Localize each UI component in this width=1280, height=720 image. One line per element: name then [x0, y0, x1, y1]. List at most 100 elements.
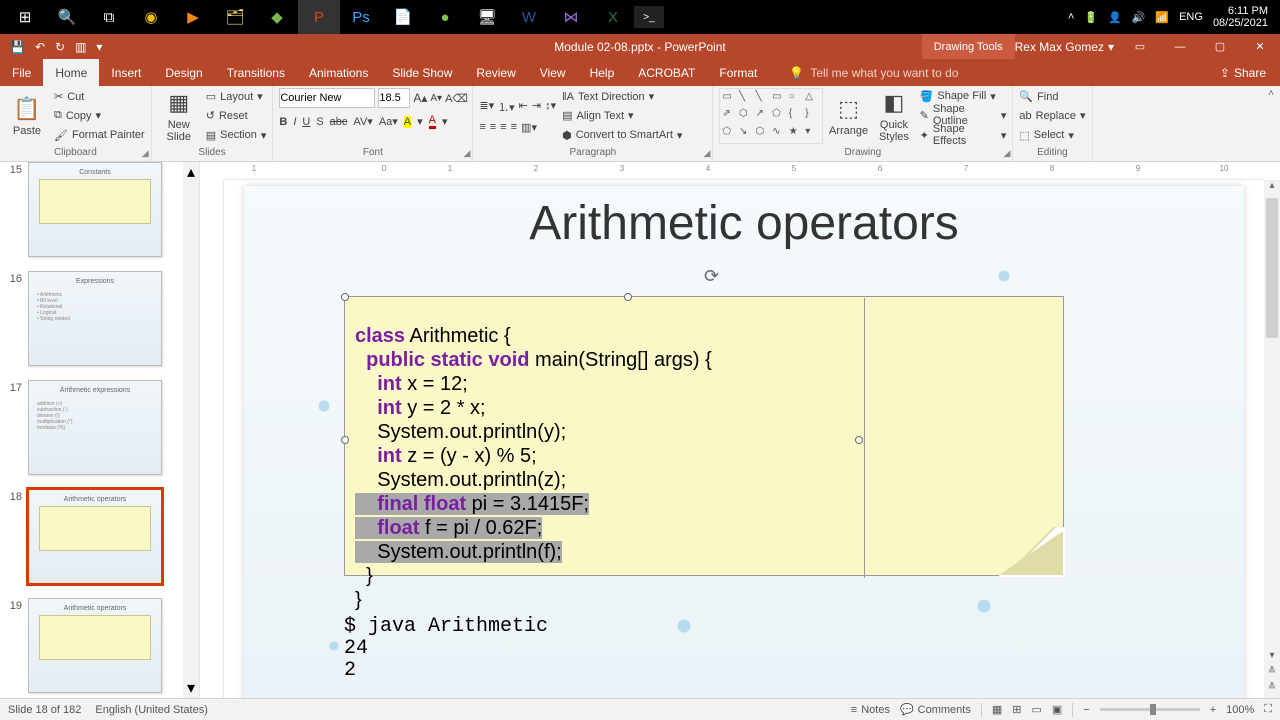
tab-help[interactable]: Help: [578, 59, 627, 86]
decrease-indent-icon[interactable]: ⇤: [519, 99, 528, 115]
align-text-button[interactable]: ▤Align Text▾: [562, 107, 682, 124]
battery-icon[interactable]: 🔋: [1084, 11, 1098, 24]
task-view-icon[interactable]: ⧉: [88, 0, 130, 34]
minimize-icon[interactable]: —: [1160, 34, 1200, 59]
maximize-icon[interactable]: ▢: [1200, 34, 1240, 59]
vertical-ruler[interactable]: [200, 180, 224, 698]
shape-effects-button[interactable]: ✦Shape Effects▾: [920, 126, 1007, 144]
copy-button[interactable]: ⧉Copy▾: [54, 107, 145, 124]
columns-icon[interactable]: ▥▾: [521, 121, 537, 134]
reading-view-icon[interactable]: ▭: [1031, 703, 1041, 716]
underline-button[interactable]: U: [302, 116, 310, 128]
align-center-icon[interactable]: ≡: [490, 121, 496, 134]
notes-button[interactable]: ≡Notes: [851, 704, 890, 716]
code-textbox[interactable]: class Arithmetic { public static void ma…: [344, 296, 1064, 576]
people-icon[interactable]: 👤: [1108, 11, 1122, 24]
strikethrough-button[interactable]: abc: [330, 116, 348, 128]
selection-handle[interactable]: [341, 436, 349, 444]
bold-button[interactable]: B: [279, 116, 287, 128]
user-name[interactable]: Rex Max Gomez: [1015, 40, 1104, 54]
shadow-button[interactable]: S: [316, 116, 323, 128]
select-button[interactable]: ⬚Select▾: [1019, 127, 1085, 144]
tab-view[interactable]: View: [528, 59, 578, 86]
app-icon-2[interactable]: 📄: [382, 0, 424, 34]
tab-review[interactable]: Review: [464, 59, 527, 86]
new-slide-button[interactable]: ▦ New Slide: [158, 88, 200, 144]
cut-button[interactable]: ✂Cut: [54, 88, 145, 105]
bullets-icon[interactable]: ≣▾: [479, 99, 494, 115]
volume-icon[interactable]: 🔊: [1132, 11, 1146, 24]
font-color-button[interactable]: A: [429, 114, 436, 129]
tab-home[interactable]: Home: [43, 59, 99, 86]
comments-button[interactable]: 💬Comments: [900, 703, 971, 716]
change-case-button[interactable]: Aa▾: [379, 115, 398, 128]
selection-handle[interactable]: [341, 293, 349, 301]
paste-button[interactable]: 📋 Paste: [6, 88, 48, 144]
replace-button[interactable]: abReplace▾: [1019, 107, 1085, 124]
sorter-view-icon[interactable]: ⊞: [1012, 703, 1021, 716]
rotation-handle-icon[interactable]: ⟳: [704, 266, 719, 287]
thumb-19[interactable]: 19 Arithmetic operators: [6, 598, 189, 693]
horizontal-ruler[interactable]: 1 0 1 2 3 4 5 6 7 8 9 10: [224, 162, 1264, 180]
tab-file[interactable]: File: [0, 59, 43, 86]
layout-button[interactable]: ▭Layout▾: [206, 88, 267, 105]
highlight-button[interactable]: A: [404, 116, 411, 128]
zoom-in-icon[interactable]: +: [1210, 704, 1216, 716]
excel-icon[interactable]: X: [592, 0, 634, 34]
qat-more-icon[interactable]: ▾: [96, 40, 102, 54]
start-icon[interactable]: ⊞: [4, 0, 46, 34]
thumb-16[interactable]: 16 Expressions• Arithmetic• Bit level• R…: [6, 271, 189, 366]
slide-canvas[interactable]: Arithmetic operators ⟳ class Arithmetic …: [244, 186, 1244, 698]
collapse-ribbon-icon[interactable]: ˄: [1268, 88, 1274, 99]
line-spacing-icon[interactable]: ↕▾: [545, 99, 556, 115]
save-icon[interactable]: 💾: [10, 40, 25, 54]
italic-button[interactable]: I: [293, 116, 296, 128]
close-icon[interactable]: ✕: [1240, 34, 1280, 59]
wifi-icon[interactable]: 📶: [1155, 11, 1169, 24]
tab-format[interactable]: Format: [707, 59, 769, 86]
slideshow-view-icon[interactable]: ▣: [1052, 703, 1062, 716]
thumb-15[interactable]: 15 Constants: [6, 162, 189, 257]
user-dropdown-icon[interactable]: ▾: [1108, 40, 1114, 54]
shapes-gallery[interactable]: ▭╲╲▭○△ ⇗⬡↗⬠{} ⬠↘⬡∿★▾: [719, 88, 823, 144]
selection-handle[interactable]: [624, 293, 632, 301]
tab-acrobat[interactable]: ACROBAT: [626, 59, 707, 86]
language-indicator[interactable]: ENG: [1179, 11, 1203, 23]
ribbon-options-icon[interactable]: ▭: [1120, 34, 1160, 59]
align-right-icon[interactable]: ≡: [500, 121, 506, 134]
chrome-icon[interactable]: ◉: [130, 0, 172, 34]
slide-indicator[interactable]: Slide 18 of 182: [8, 704, 81, 716]
thumbnail-scrollbar[interactable]: ▴ ▾: [183, 162, 199, 698]
tab-insert[interactable]: Insert: [99, 59, 153, 86]
paragraph-dialog-icon[interactable]: ◢: [703, 148, 710, 159]
editor-scrollbar[interactable]: ▴ ▾ ≛ ≛: [1264, 180, 1280, 698]
tell-me-search[interactable]: 💡 Tell me what you want to do: [789, 59, 958, 86]
thumb-17[interactable]: 17 Arithmetic expressionsaddition (+)sub…: [6, 380, 189, 475]
selection-handle[interactable]: [855, 436, 863, 444]
decrease-font-icon[interactable]: A▾: [430, 93, 442, 104]
normal-view-icon[interactable]: ▦: [992, 703, 1002, 716]
redo-icon[interactable]: ↻: [55, 40, 65, 54]
shape-fill-button[interactable]: 🪣Shape Fill▾: [920, 88, 1007, 104]
search-icon[interactable]: 🔍: [46, 0, 88, 34]
word-icon[interactable]: W: [508, 0, 550, 34]
fit-window-icon[interactable]: ⛶: [1264, 703, 1272, 716]
find-button[interactable]: 🔍Find: [1019, 88, 1085, 105]
system-clock[interactable]: 6:11 PM 08/25/2021: [1213, 5, 1268, 29]
tab-design[interactable]: Design: [153, 59, 214, 86]
thumb-18[interactable]: 18 Arithmetic operators: [6, 489, 189, 584]
undo-icon[interactable]: ↶: [35, 40, 45, 54]
clipboard-dialog-icon[interactable]: ◢: [142, 148, 149, 159]
photoshop-icon[interactable]: Ps: [340, 0, 382, 34]
zoom-slider[interactable]: [1100, 708, 1200, 711]
drawing-dialog-icon[interactable]: ◢: [1003, 148, 1010, 159]
numbering-icon[interactable]: ⒈▾: [498, 99, 515, 115]
shape-outline-button[interactable]: ✎Shape Outline▾: [920, 106, 1007, 124]
reset-button[interactable]: ↺Reset: [206, 107, 267, 124]
quick-styles-button[interactable]: ◧ Quick Styles: [874, 88, 913, 144]
visual-studio-icon[interactable]: ⋈: [550, 0, 592, 34]
text-direction-button[interactable]: ‖AText Direction▾: [562, 88, 682, 105]
char-spacing-button[interactable]: AV▾: [353, 115, 372, 128]
tab-transitions[interactable]: Transitions: [215, 59, 297, 86]
font-size-input[interactable]: [378, 88, 410, 108]
